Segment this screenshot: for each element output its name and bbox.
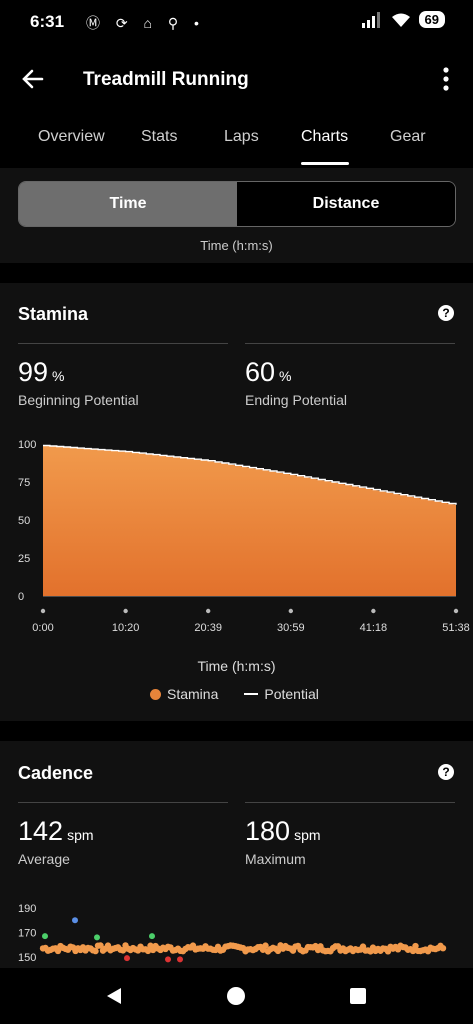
cadence-outlier-point [177,956,183,963]
divider [18,802,228,803]
status-time: 6:31 [30,12,65,31]
segment-time[interactable]: Time [19,182,237,226]
legend: Stamina Potential [150,686,319,702]
page-title: Treadmill Running [83,69,249,90]
x-tick-label: 10:20 [112,622,140,634]
svg-text:?: ? [442,306,449,320]
nav-recents-icon[interactable] [349,987,367,1005]
cadence-outlier-point [149,933,155,940]
tab-charts[interactable]: Charts [301,128,348,146]
avg-number: 142 [18,816,64,846]
stamina-chart: 0 25 50 75 100 0:00 10:20 20:39 30:59 41:18 51:38 [18,439,470,634]
beginning-potential-value: 99% [18,357,65,388]
cadence-outlier-point [42,933,48,940]
x-tick-dot [288,608,294,614]
y-tick-label: 150 [18,952,36,964]
wifi-icon [391,13,410,27]
divider [245,343,455,344]
cadence-chart: 150 170 190 [18,903,447,964]
back-arrow-icon[interactable] [20,66,46,92]
cadence-average-label: Average [18,851,70,867]
max-unit: spm [294,827,321,843]
active-tab-indicator [301,162,349,165]
y-tick-label: 100 [18,439,36,451]
help-icon[interactable]: ? [437,304,455,322]
signal-icon [361,11,380,28]
y-tick-label: 25 [18,553,30,565]
legend-stamina-swatch [150,688,161,700]
help-icon[interactable]: ? [437,763,455,781]
tab-stats[interactable]: Stats [141,128,177,146]
x-tick-dot [453,608,459,614]
status-right: 69 [361,11,445,28]
y-tick-label: 170 [18,928,36,940]
cadence-maximum-label: Maximum [245,851,306,867]
y-tick-label: 190 [18,903,36,915]
cadence-outlier-point [94,934,100,941]
cadence-outlier-point [124,955,130,962]
legend-stamina-label: Stamina [167,686,219,702]
avg-unit: spm [67,827,94,843]
beginning-potential-label: Beginning Potential [18,392,139,408]
nav-home-icon[interactable] [226,986,246,1006]
x-tick-label: 0:00 [32,622,53,634]
max-number: 180 [245,816,291,846]
previous-chart-axis-label: Time (h:m:s) [200,238,273,253]
end-unit: % [279,368,292,384]
divider [245,802,455,803]
begin-unit: % [52,368,65,384]
cadence-point [439,944,447,952]
cadence-average-value: 142 spm [18,816,94,847]
x-tick-label: 41:18 [360,622,388,634]
tab-overview[interactable]: Overview [38,128,105,146]
cadence-title: Cadence [18,763,94,783]
y-tick-label: 50 [18,515,30,527]
divider [18,343,228,344]
legend-potential-label: Potential [264,686,319,702]
notification-icons: Ⓜ ⟳ ⌂ ⚲ • [86,15,205,31]
cadence-outlier-point [72,917,78,924]
segment-distance[interactable]: Distance [237,182,455,226]
nav-back-icon[interactable] [104,986,124,1006]
x-tick-dot [371,608,376,614]
x-tick-label: 20:39 [194,622,222,634]
svg-text:?: ? [442,765,449,779]
battery-indicator: 69 [418,11,445,28]
tab-bar: Overview Stats Laps Charts Gear [0,128,473,166]
ending-potential-label: Ending Potential [245,392,347,408]
stamina-title: Stamina [18,304,89,324]
time-distance-toggle: Time Distance [18,181,456,227]
end-number: 60 [245,357,276,387]
tab-gear[interactable]: Gear [390,128,426,146]
begin-number: 99 [18,357,49,387]
x-tick-label: 51:38 [442,622,470,634]
stamina-x-axis-title: Time (h:m:s) [197,658,276,674]
legend-potential-swatch [244,693,259,695]
x-tick-dot [123,608,128,614]
system-nav-bar [0,968,473,1024]
cadence-maximum-value: 180 spm [245,816,321,847]
y-tick-label: 75 [18,477,30,489]
ending-potential-value: 60% [245,357,292,388]
x-tick-dot [40,608,46,614]
more-options-icon[interactable] [438,66,454,92]
x-tick-label: 30:59 [277,622,305,634]
tab-laps[interactable]: Laps [224,128,259,146]
y-tick-label: 0 [18,591,24,603]
status-bar: 6:31 Ⓜ ⟳ ⌂ ⚲ • 69 [0,0,473,44]
x-tick-dot [205,608,211,614]
cadence-outlier-point [165,956,171,963]
